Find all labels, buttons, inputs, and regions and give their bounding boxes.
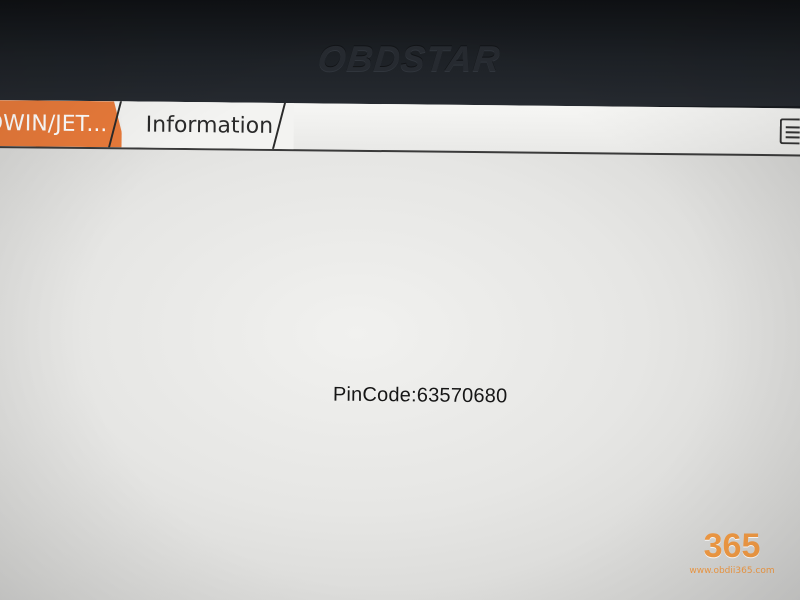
device-photo: OBDSTAR OWIN/JET... Information PinCode:… bbox=[0, 0, 800, 600]
tab-information-label: Information bbox=[145, 112, 274, 139]
tab-information[interactable]: Information bbox=[121, 101, 294, 150]
tab-immo-model[interactable]: OWIN/JET... bbox=[0, 100, 126, 147]
pincode-text: PinCode:63570680 bbox=[332, 383, 508, 408]
watermark-url: www.obdii365.com bbox=[689, 566, 775, 576]
device-bezel: OBDSTAR bbox=[0, 0, 800, 106]
report-icon[interactable] bbox=[779, 118, 800, 145]
brand-logo: OBDSTAR bbox=[315, 38, 503, 79]
watermark-digits: 365 bbox=[703, 527, 761, 565]
device-screen: OWIN/JET... Information PinCode:63570680 bbox=[0, 100, 800, 600]
tab-immo-model-label: OWIN/JET... bbox=[0, 110, 108, 137]
tab-bar: OWIN/JET... Information bbox=[0, 100, 800, 157]
watermark-logo: 365 www.obdii365.com bbox=[686, 528, 778, 576]
